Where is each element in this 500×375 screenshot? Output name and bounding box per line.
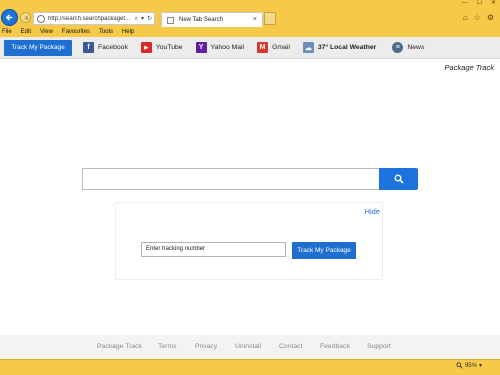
track-my-package-button[interactable]: Track My Package	[292, 242, 356, 259]
browser-right-icons: ⌂ ☆ ⚙	[463, 13, 494, 22]
search-icon[interactable]: ⌕	[135, 15, 138, 23]
footer-link-privacy[interactable]: Privacy	[195, 343, 217, 350]
menu-bar: File Edit View Favourites Tools Help	[0, 28, 134, 37]
youtube-icon: ▶	[140, 42, 152, 53]
toolbar-link-youtube[interactable]: ▶ YouTube	[140, 42, 183, 53]
close-window-button[interactable]: ✕	[491, 0, 496, 7]
search-button[interactable]	[379, 168, 418, 190]
browser-chrome: — ☐ ✕ http://search.searchpackaget... ⌕ …	[0, 0, 500, 37]
back-button[interactable]	[1, 9, 18, 26]
footer-link-package-track[interactable]: Package Track	[97, 343, 142, 350]
tab-page-icon	[167, 16, 174, 24]
toolbar-link-weather[interactable]: ☁ 37° Local Weather	[302, 42, 377, 53]
zoom-dropdown-icon[interactable]: ▾	[479, 362, 482, 369]
forward-button[interactable]	[20, 12, 31, 23]
dropdown-icon[interactable]: ▾	[141, 15, 144, 23]
toolbar-link-label: Gmail	[272, 44, 290, 51]
new-tab-button[interactable]	[264, 12, 276, 25]
toolbar-link-label: 37° Local Weather	[317, 44, 377, 51]
address-bar[interactable]: http://search.searchpackaget... ⌕ ▾ ↻	[33, 12, 155, 25]
weather-icon: ☁	[302, 42, 314, 53]
back-arrow-icon	[5, 14, 13, 21]
menu-edit[interactable]: Edit	[21, 28, 31, 37]
facebook-icon: f	[83, 42, 94, 53]
minimize-button[interactable]: —	[462, 0, 468, 7]
tab-new-tab-search[interactable]: New Tab Search ×	[161, 12, 263, 27]
status-bar: 95% ▾	[0, 359, 500, 375]
toolbar-link-label: News	[407, 44, 425, 51]
search-input[interactable]	[82, 168, 379, 190]
tab-title: New Tab Search	[179, 17, 223, 23]
tracking-number-input[interactable]: Enter tracking number	[141, 242, 286, 257]
zoom-control[interactable]: 95% ▾	[456, 362, 482, 369]
hide-link[interactable]: Hide	[365, 207, 380, 216]
url-text[interactable]: http://search.searchpackaget...	[48, 16, 134, 22]
news-icon: ≡	[392, 42, 404, 53]
menu-view[interactable]: View	[40, 28, 53, 37]
toolbar-link-label: Yahoo Mail	[210, 44, 245, 51]
address-bar-icons: ⌕ ▾ ↻	[135, 15, 152, 23]
toolbar-link-yahoo-mail[interactable]: Y Yahoo Mail	[195, 42, 245, 53]
footer-link-contact[interactable]: Contact	[279, 343, 302, 350]
favorites-star-icon[interactable]: ☆	[474, 13, 481, 22]
window-controls: — ☐ ✕	[462, 0, 496, 7]
toolbar-link-gmail[interactable]: M Gmail	[257, 42, 290, 53]
menu-tools[interactable]: Tools	[99, 28, 113, 37]
zoom-icon	[456, 362, 463, 369]
footer-link-terms[interactable]: Terms	[158, 343, 177, 350]
refresh-icon[interactable]: ↻	[147, 15, 152, 23]
menu-help[interactable]: Help	[122, 28, 134, 37]
footer-link-uninstall[interactable]: Uninstall	[235, 343, 261, 350]
site-favicon-icon	[37, 14, 45, 23]
menu-favourites[interactable]: Favourites	[62, 28, 90, 37]
gmail-icon: M	[257, 42, 269, 53]
track-my-package-toolbar-button[interactable]: Track My Package	[4, 39, 72, 56]
forward-arrow-icon	[23, 15, 28, 20]
menu-file[interactable]: File	[2, 28, 12, 37]
toolbar-link-label: YouTube	[155, 44, 183, 51]
toolbar-link-label: Facebook	[98, 44, 128, 51]
footer: Package Track Terms Privacy Uninstall Co…	[0, 335, 500, 359]
footer-link-support[interactable]: Support	[367, 343, 391, 350]
search-icon	[394, 174, 404, 184]
settings-gear-icon[interactable]: ⚙	[487, 13, 494, 22]
tracking-panel: Hide Enter tracking number Track My Pack…	[115, 202, 383, 280]
toolbar-link-news[interactable]: ≡ News	[392, 42, 424, 53]
toolbar-link-facebook[interactable]: f Facebook	[83, 42, 128, 53]
brand-title: Package Track	[444, 63, 494, 72]
status-divider	[0, 359, 500, 360]
maximize-button[interactable]: ☐	[477, 0, 482, 7]
tab-close-icon[interactable]: ×	[253, 16, 257, 23]
home-icon[interactable]: ⌂	[463, 13, 468, 22]
extension-toolbar: Track My Package f Facebook ▶ YouTube Y …	[0, 37, 500, 59]
yahoo-icon: Y	[195, 42, 207, 53]
zoom-level: 95%	[464, 362, 477, 369]
search-box	[82, 168, 418, 190]
footer-link-feedback[interactable]: Feedback	[320, 343, 350, 350]
